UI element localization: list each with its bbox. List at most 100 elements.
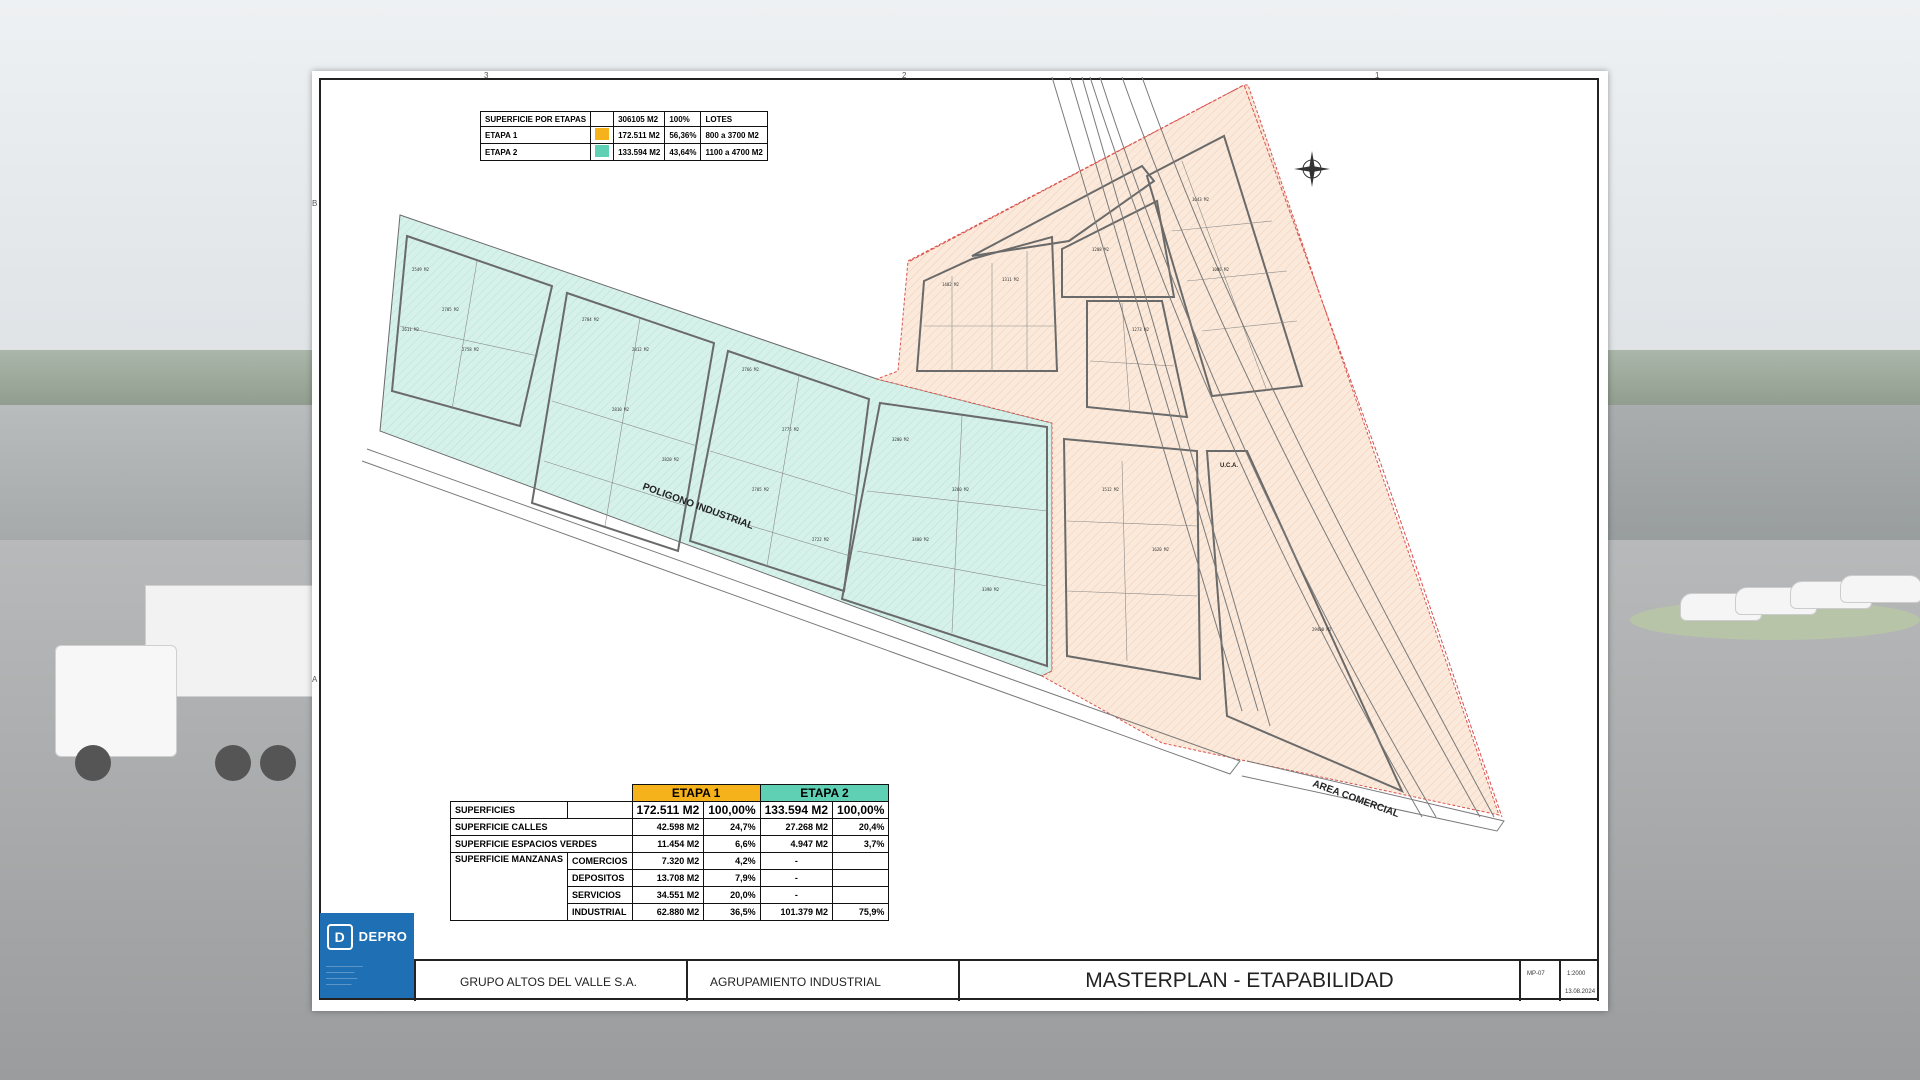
cell: - [759, 886, 834, 904]
svg-text:1311 M2: 1311 M2 [1002, 277, 1019, 282]
summary-header-row: ETAPA 1 ETAPA 2 [451, 784, 890, 802]
svg-text:2812 M2: 2812 M2 [632, 347, 649, 352]
cell: 7,9% [703, 869, 761, 887]
project-cell: AGRUPAMIENTO INDUSTRIAL [686, 961, 958, 1001]
cell: 42.598 M2 [631, 818, 705, 836]
svg-text:1208 M2: 1208 M2 [1092, 247, 1109, 252]
cell [832, 869, 890, 887]
row-label: SERVICIOS [567, 886, 633, 904]
stage-table-lots: LOTES [700, 111, 768, 127]
stage-table-title: SUPERFICIE POR ETAPAS [479, 111, 592, 127]
svg-text:3260 M2: 3260 M2 [952, 487, 969, 492]
scale: 1:2000 [1567, 971, 1586, 977]
truck-icon [55, 585, 327, 785]
client-name: GRUPO ALTOS DEL VALLE S.A. [460, 975, 637, 989]
svg-text:29400 M2: 29400 M2 [1312, 627, 1332, 632]
manzanas-label: SUPERFICIE MANZANAS [449, 852, 569, 921]
stage2-header: ETAPA 2 [759, 784, 890, 802]
stage1-header: ETAPA 1 [631, 784, 761, 802]
table-row: SUPERFICIES 172.511 M2 100,00% 133.594 M… [449, 801, 890, 819]
stage-swatch [590, 126, 615, 144]
cell: - [759, 852, 834, 870]
stage-lots: 800 a 3700 M2 [700, 126, 768, 144]
stage-table-pct: 100% [664, 111, 702, 127]
cell: 4.947 M2 [759, 835, 834, 853]
svg-text:2549 M2: 2549 M2 [412, 267, 429, 272]
plan-sheet: 3 2 1 B A 2549 M2 2785 M2 2611 M2 2758 M… [312, 71, 1608, 1011]
svg-text:1273 M2: 1273 M2 [1132, 327, 1149, 332]
svg-text:2611 M2: 2611 M2 [402, 327, 419, 332]
stage-label: ETAPA 2 [479, 143, 592, 161]
row-label: INDUSTRIAL [567, 903, 633, 921]
svg-text:2820 M2: 2820 M2 [662, 457, 679, 462]
summary-table: ETAPA 1 ETAPA 2 SUPERFICIES 172.511 M2 1… [449, 784, 890, 921]
stage-area: 133.594 M2 [613, 143, 666, 161]
stage1-total: 172.511 M2 [631, 801, 705, 819]
title-block: GRUPO ALTOS DEL VALLE S.A. AGRUPAMIENTO … [414, 959, 1599, 1001]
depro-mark-icon: D [326, 923, 353, 950]
content-cell: MASTERPLAN - ETAPABILIDAD [958, 961, 1519, 1001]
stage-table-blank [590, 111, 615, 127]
cell: 27.268 M2 [759, 818, 834, 836]
table-row: ETAPA 1 172.511 M2 56,36% 800 a 3700 M2 [479, 126, 768, 144]
row-label: DEPOSITOS [567, 869, 633, 887]
north-arrow-icon [1294, 151, 1330, 187]
svg-text:3390 M2: 3390 M2 [982, 587, 999, 592]
cell [832, 886, 890, 904]
svg-text:1620 M2: 1620 M2 [1152, 547, 1169, 552]
cell: 20,0% [703, 886, 761, 904]
cell: 36,5% [703, 903, 761, 921]
cell: 13.708 M2 [631, 869, 705, 887]
cell: 20,4% [832, 818, 890, 836]
svg-text:1402 M2: 1402 M2 [942, 282, 959, 287]
logo-contact-block: ───────────── ────────── ─────────── ──────… [320, 960, 414, 998]
svg-text:2784 M2: 2784 M2 [582, 317, 599, 322]
svg-text:1043 M2: 1043 M2 [1192, 197, 1209, 202]
svg-text:2758 M2: 2758 M2 [462, 347, 479, 352]
table-row: SUPERFICIE MANZANAS COMERCIOS 7.320 M2 4… [449, 852, 890, 921]
warehouse-left [0, 405, 330, 545]
stage1-total-pct: 100,00% [703, 801, 761, 819]
cell: 4,2% [703, 852, 761, 870]
table-row: SUPERFICIE CALLES 42.598 M2 24,7% 27.268… [450, 818, 890, 836]
cell: 3,7% [832, 835, 890, 853]
row-label: SUPERFICIE ESPACIOS VERDES [450, 835, 633, 853]
cell: 6,6% [703, 835, 761, 853]
svg-text:2785 M2: 2785 M2 [442, 307, 459, 312]
cell: 11.454 M2 [631, 835, 705, 853]
svg-text:2785 M2: 2785 M2 [752, 487, 769, 492]
cell: 62.880 M2 [631, 903, 705, 921]
stage2-total: 133.594 M2 [759, 801, 834, 819]
parked-cars-icon [1680, 575, 1920, 625]
svg-text:2775 M2: 2775 M2 [782, 427, 799, 432]
logo-name: DEPRO [358, 929, 408, 944]
svg-text:1512 M2: 1512 M2 [1102, 487, 1119, 492]
cell: 34.551 M2 [631, 886, 705, 904]
scale-cell: 1:2000 13.08.2024 [1559, 961, 1599, 1001]
date: 13.08.2024 [1565, 989, 1596, 995]
svg-text:3200 M2: 3200 M2 [892, 437, 909, 442]
stage-label: ETAPA 1 [479, 126, 592, 144]
svg-text:2722 M2: 2722 M2 [812, 537, 829, 542]
svg-text:3400 M2: 3400 M2 [912, 537, 929, 542]
svg-text:2766 M2: 2766 M2 [742, 367, 759, 372]
row-label: COMERCIOS [567, 852, 633, 870]
stage-swatch [590, 143, 615, 161]
cell: 7.320 M2 [631, 852, 705, 870]
stage-table-total: 306105 M2 [613, 111, 666, 127]
table-row: SUPERFICIE ESPACIOS VERDES 11.454 M2 6,6… [450, 835, 890, 853]
row-label: SUPERFICIE CALLES [450, 818, 633, 836]
superficies-label: SUPERFICIES [449, 801, 569, 819]
sheet-title: MASTERPLAN - ETAPABILIDAD [1085, 969, 1394, 992]
cell: 101.379 M2 [759, 903, 834, 921]
plan-code-cell: MP-07 [1519, 961, 1559, 1001]
stage-pct: 56,36% [664, 126, 702, 144]
project-name: AGRUPAMIENTO INDUSTRIAL [710, 975, 881, 989]
svg-text:1086 M2: 1086 M2 [1212, 267, 1229, 272]
stage-lots: 1100 a 4700 M2 [700, 143, 768, 161]
client-cell: GRUPO ALTOS DEL VALLE S.A. [414, 961, 686, 1001]
stage-pct: 43,64% [664, 143, 702, 161]
cell: 75,9% [832, 903, 890, 921]
stage2-total-pct: 100,00% [832, 801, 890, 819]
svg-text:2810 M2: 2810 M2 [612, 407, 629, 412]
